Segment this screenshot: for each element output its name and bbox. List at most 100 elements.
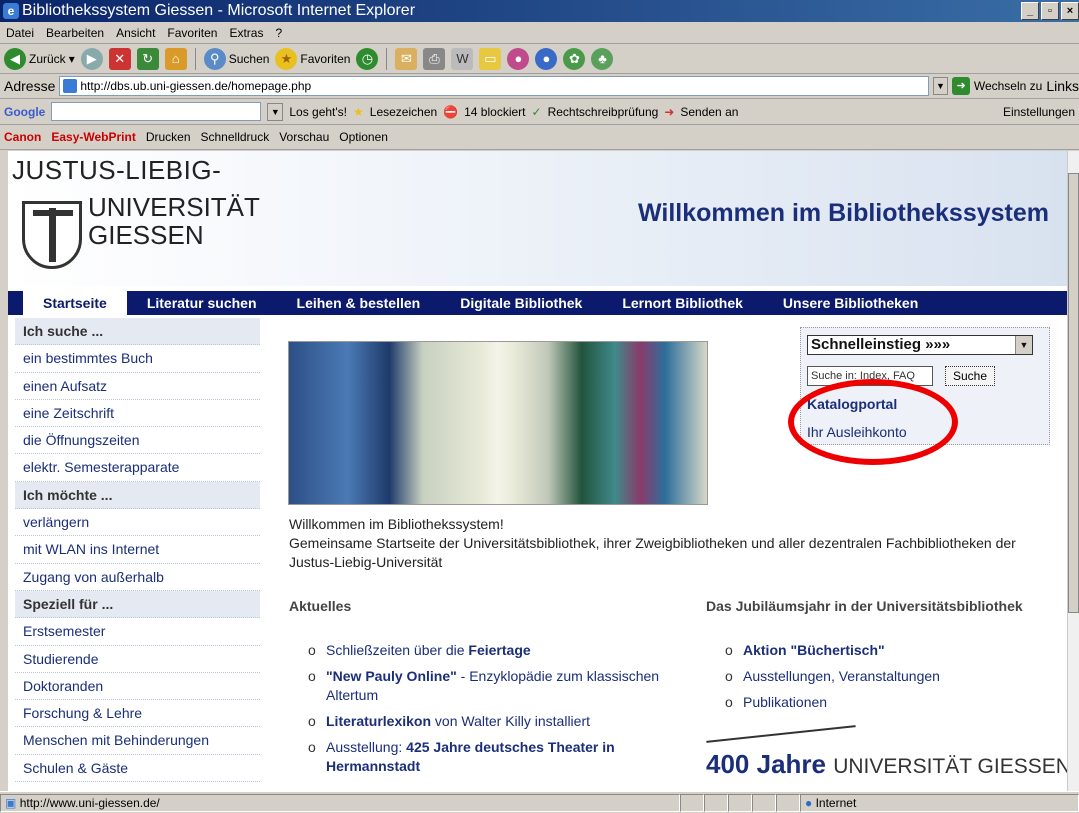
easy-webprint-menu[interactable]: Easy-WebPrint xyxy=(51,130,135,144)
sidebar-item[interactable]: elektr. Semesterapparate xyxy=(15,454,260,482)
tools-icon[interactable]: ✿ xyxy=(563,47,586,70)
university-shield-icon xyxy=(22,201,82,269)
site-search-button[interactable]: Suche xyxy=(945,366,995,386)
anniversary-item[interactable]: Publikationen xyxy=(725,693,1065,712)
sidebar-item[interactable]: Zugang von außerhalb xyxy=(15,564,260,591)
options-button[interactable]: Optionen xyxy=(339,130,388,144)
sidebar-item[interactable]: einen Aufsatz xyxy=(15,373,260,400)
search-button[interactable]: ⚲ Suchen xyxy=(203,47,269,70)
toolbar-separator xyxy=(194,47,196,70)
nav-startseite[interactable]: Startseite xyxy=(23,291,127,315)
news-item[interactable]: Ausstellung: 425 Jahre deutsches Theater… xyxy=(308,738,668,776)
news-list: Schließzeiten über die Feiertage "New Pau… xyxy=(308,641,668,783)
google-search-input[interactable] xyxy=(51,102,262,121)
web-page: JUSTUS-LIEBIG- UNIVERSITÄT GIESSEN Willko… xyxy=(8,151,1067,791)
print-icon[interactable]: ⎙ xyxy=(423,47,446,70)
news-item-bold: "New Pauly Online" xyxy=(326,668,457,684)
vertical-scrollbar[interactable] xyxy=(1067,151,1079,791)
nav-literatur-suchen[interactable]: Literatur suchen xyxy=(127,291,277,315)
go-arrow-icon[interactable]: ➜ xyxy=(952,77,970,95)
close-button[interactable]: × xyxy=(1061,2,1079,20)
menu-favoriten[interactable]: Favoriten xyxy=(161,26,223,40)
print-button[interactable]: Drucken xyxy=(146,130,191,144)
sidebar-section-header: Ich möchte ... xyxy=(15,481,260,510)
history-icon[interactable]: ◷ xyxy=(356,47,379,70)
quick-print-button[interactable]: Schnelldruck xyxy=(201,130,270,144)
sidebar-section-header: Speziell für ... xyxy=(15,590,260,619)
page-icon: ▣ xyxy=(5,795,17,810)
anniversary-logo: 400 Jahre UNIVERSITÄT GIESSEN xyxy=(706,749,1067,779)
news-item-bold: Feiertage xyxy=(468,642,531,658)
news-item[interactable]: "New Pauly Online" - Enzyklopädie zum kl… xyxy=(308,667,668,705)
address-dropdown[interactable]: ▼ xyxy=(932,77,949,95)
back-button[interactable]: ◀ Zurück ▾ xyxy=(4,47,75,70)
google-dropdown[interactable]: ▼ xyxy=(267,102,284,121)
sidebar-item[interactable]: Menschen mit Behinderungen xyxy=(15,727,260,755)
send-icon: ➜ xyxy=(664,104,675,119)
scrollbar-thumb[interactable] xyxy=(1068,173,1079,613)
google-settings-button[interactable]: Einstellungen xyxy=(1003,105,1079,119)
anniversary-item[interactable]: Ausstellungen, Veranstaltungen xyxy=(725,667,1065,686)
messenger-icon[interactable]: ● xyxy=(507,47,530,70)
quick-access-select[interactable]: Schnelleinstieg »»» ▼ xyxy=(807,335,1033,355)
sidebar-item[interactable]: verlängern xyxy=(15,509,260,537)
canon-logo: Canon xyxy=(4,130,42,144)
users-icon[interactable]: ♣ xyxy=(591,47,614,70)
news-heading: Aktuelles xyxy=(289,598,352,614)
sidebar-item[interactable]: die Öffnungszeiten xyxy=(15,427,260,455)
menu-extras[interactable]: Extras xyxy=(223,26,269,40)
refresh-icon[interactable]: ↻ xyxy=(136,47,159,70)
status-cell xyxy=(728,793,752,812)
intro-text: Willkommen im Bibliothekssystem! Gemeins… xyxy=(289,516,1016,570)
sidebar-item[interactable]: mit WLAN ins Internet xyxy=(15,536,260,564)
mail-icon[interactable]: ✉ xyxy=(395,47,418,70)
preview-button[interactable]: Vorschau xyxy=(279,130,329,144)
google-search-button[interactable]: Los geht's! xyxy=(289,105,347,119)
red-highlight-circle xyxy=(788,379,958,465)
anniversary-item[interactable]: Aktion "Büchertisch" xyxy=(725,641,1065,660)
sidebar-item[interactable]: ein bestimmtes Buch xyxy=(15,345,260,373)
nav-leihen-bestellen[interactable]: Leihen & bestellen xyxy=(277,291,441,315)
send-button[interactable]: Senden an xyxy=(680,105,738,119)
favorites-button[interactable]: ★ Favoriten xyxy=(275,47,350,70)
menu-ansicht[interactable]: Ansicht xyxy=(110,26,161,40)
star-icon: ★ xyxy=(275,47,298,70)
nav-lernort-bibliothek[interactable]: Lernort Bibliothek xyxy=(602,291,763,315)
news-item[interactable]: Literaturlexikon von Walter Killy instal… xyxy=(308,712,668,731)
spellcheck-button[interactable]: Rechtschreibprüfung xyxy=(548,105,659,119)
university-logo-text: JUSTUS-LIEBIG- xyxy=(12,155,222,185)
go-button[interactable]: Wechseln zu xyxy=(974,79,1042,93)
edit-icon[interactable]: W xyxy=(451,47,474,70)
minimize-button[interactable]: _ xyxy=(1021,2,1039,20)
popup-blocked-count[interactable]: 14 blockiert xyxy=(464,105,525,119)
address-input[interactable]: http://dbs.ub.uni-giessen.de/homepage.ph… xyxy=(59,76,929,96)
menu-help[interactable]: ? xyxy=(269,26,288,40)
status-cell xyxy=(704,793,728,812)
sidebar-item[interactable]: Erstsemester xyxy=(15,618,260,646)
forward-icon[interactable]: ▶ xyxy=(80,47,103,70)
news-item-pre: Ausstellung: xyxy=(326,739,407,755)
sidebar-item[interactable]: Schulen & Gäste xyxy=(15,755,260,783)
folder-icon[interactable]: ▭ xyxy=(479,47,502,70)
sidebar-item[interactable]: Doktoranden xyxy=(15,673,260,701)
links-button[interactable]: Links xyxy=(1046,78,1079,94)
home-icon[interactable]: ⌂ xyxy=(164,47,187,70)
nav-unsere-bibliotheken[interactable]: Unsere Bibliotheken xyxy=(763,291,938,315)
ie-icon: e xyxy=(3,3,19,19)
sidebar-item[interactable]: Studierende xyxy=(15,646,260,673)
menu-datei[interactable]: Datei xyxy=(0,26,40,40)
sidebar-item[interactable]: eine Zeitschrift xyxy=(15,400,260,428)
sidebar-item[interactable]: Forschung & Lehre xyxy=(15,700,260,728)
bookmarks-button[interactable]: Lesezeichen xyxy=(370,105,437,119)
nav-digitale-bibliothek[interactable]: Digitale Bibliothek xyxy=(440,291,602,315)
spellcheck-icon: ✓ xyxy=(531,104,542,119)
welcome-heading: Willkommen im Bibliothekssystem xyxy=(638,199,1049,227)
media-icon[interactable]: ● xyxy=(535,47,558,70)
news-item[interactable]: Schließzeiten über die Feiertage xyxy=(308,641,668,660)
menu-bearbeiten[interactable]: Bearbeiten xyxy=(40,26,110,40)
stop-icon[interactable]: ✕ xyxy=(108,47,131,70)
status-bar: ▣ http://www.uni-giessen.de/ ● Internet xyxy=(0,791,1079,813)
menubar: Datei Bearbeiten Ansicht Favoriten Extra… xyxy=(0,22,1079,44)
google-logo: Google xyxy=(4,104,46,119)
maximize-button[interactable]: ▫ xyxy=(1041,2,1059,20)
